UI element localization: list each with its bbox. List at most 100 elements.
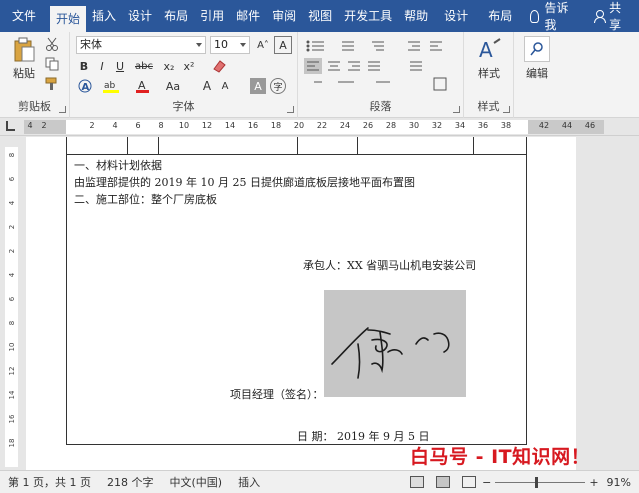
tell-me-label: 告诉我 bbox=[544, 1, 569, 32]
italic-button[interactable]: I bbox=[94, 58, 110, 74]
bold-button[interactable]: B bbox=[76, 58, 92, 74]
page-count[interactable]: 第 1 页，共 1 页 bbox=[0, 474, 99, 490]
paragraph-controls bbox=[304, 40, 447, 91]
tab-2[interactable]: 插入 bbox=[86, 0, 122, 32]
paste-button[interactable] bbox=[10, 36, 38, 64]
print-layout-icon[interactable] bbox=[436, 476, 451, 488]
chevron-down-icon bbox=[240, 43, 246, 47]
grow-font-small-button[interactable]: A bbox=[200, 78, 214, 94]
zoom-slider[interactable] bbox=[495, 476, 586, 488]
vertical-ruler-tick: 4 bbox=[8, 272, 16, 278]
ruler-tick: 36 bbox=[477, 121, 489, 130]
insert-mode[interactable]: 插入 bbox=[230, 474, 268, 490]
strikethrough-button[interactable]: abc bbox=[132, 58, 156, 74]
grow-font-button[interactable]: A ˄ bbox=[254, 36, 272, 54]
tab-4[interactable]: 布局 bbox=[158, 0, 194, 32]
vertical-ruler-tick: 8 bbox=[8, 320, 16, 326]
tab-8[interactable]: 视图 bbox=[302, 0, 338, 32]
clipboard-launcher-icon[interactable] bbox=[59, 106, 66, 113]
scissors-icon bbox=[46, 37, 58, 51]
tab-1[interactable]: 开始 bbox=[50, 6, 87, 32]
ruler-tick: 2 bbox=[41, 121, 47, 130]
font-color-button[interactable]: A bbox=[132, 78, 154, 94]
tab-0[interactable]: 文件 bbox=[0, 0, 50, 32]
eraser-icon bbox=[213, 60, 226, 73]
handwritten-signature bbox=[324, 290, 466, 397]
font-group-label: 字体 bbox=[172, 100, 195, 113]
format-painter-button[interactable] bbox=[44, 76, 60, 92]
brush-icon bbox=[45, 77, 57, 90]
chevron-down-icon bbox=[196, 43, 202, 47]
web-layout-icon[interactable] bbox=[462, 476, 477, 488]
tab-12[interactable]: 布局 bbox=[478, 0, 522, 32]
highlight-button[interactable]: ab bbox=[100, 78, 124, 94]
font-name-combo[interactable]: 宋体 bbox=[76, 36, 206, 54]
paragraph-group: 段落 bbox=[298, 32, 464, 118]
document-area[interactable]: 一、材料计划依据 由监理部提供的 2019 年 10 月 25 日提供廊道底板层… bbox=[22, 137, 639, 470]
shrink-font-button[interactable]: A bbox=[218, 78, 232, 94]
vertical-ruler[interactable]: 8 6 4 2 2 4 6 8 10 12 14 16 18 bbox=[0, 137, 22, 470]
tab-stop-selector-icon[interactable] bbox=[6, 121, 15, 131]
tab-11[interactable]: 设计 bbox=[434, 0, 478, 32]
zoom-slider-thumb[interactable] bbox=[535, 476, 539, 488]
change-case-button[interactable]: Aa bbox=[160, 78, 186, 94]
doc-line-2: 由监理部提供的 2019 年 10 月 25 日提供廊道底板层接地平面布置图 bbox=[74, 176, 415, 189]
text-effect-button[interactable]: A bbox=[76, 78, 94, 94]
ruler-tick: 26 bbox=[362, 121, 374, 130]
ruler-tick: 18 bbox=[270, 121, 282, 130]
signature-image bbox=[324, 290, 466, 397]
person-icon bbox=[593, 10, 607, 23]
tab-3[interactable]: 设计 bbox=[122, 0, 158, 32]
ruler-tick: 42 bbox=[538, 121, 550, 130]
zoom-in-icon[interactable]: + bbox=[589, 476, 598, 489]
read-mode-icon[interactable] bbox=[410, 476, 425, 488]
styles-launcher-icon[interactable] bbox=[503, 106, 510, 113]
vertical-ruler-tick: 6 bbox=[8, 296, 16, 302]
copy-button[interactable] bbox=[44, 56, 60, 72]
paste-label: 粘贴 bbox=[13, 67, 35, 80]
char-shading-button[interactable]: A bbox=[250, 78, 266, 94]
horizontal-ruler[interactable]: 4 2 2 4 6 8 10 12 14 16 18 20 22 24 26 28 30 32 34 36 38 42 44… bbox=[0, 118, 639, 136]
vertical-ruler-tick: 4 bbox=[8, 200, 16, 206]
copy-icon bbox=[45, 57, 59, 71]
font-color-icon: A bbox=[136, 79, 149, 93]
tab-10[interactable]: 帮助 bbox=[398, 0, 434, 32]
vertical-ruler-tick: 6 bbox=[8, 176, 16, 182]
text-effect-icon: A bbox=[78, 79, 92, 93]
styles-button[interactable]: A bbox=[474, 36, 504, 64]
zoom-level[interactable]: 91% bbox=[599, 476, 639, 489]
subscript-button[interactable]: x₂ bbox=[160, 58, 178, 74]
clear-formatting-button[interactable] bbox=[210, 58, 228, 74]
doc-line-1: 一、材料计划依据 bbox=[74, 159, 162, 172]
share-button[interactable]: 共享 bbox=[585, 0, 639, 33]
enclose-char-button[interactable]: 字 bbox=[270, 78, 286, 94]
find-button[interactable] bbox=[524, 36, 550, 62]
text-effects-button[interactable]: A bbox=[274, 36, 292, 54]
editing-button-label[interactable]: 编辑 bbox=[516, 66, 558, 80]
ruler-tick: 16 bbox=[247, 121, 259, 130]
ruler-tick: 28 bbox=[385, 121, 397, 130]
tab-7[interactable]: 审阅 bbox=[266, 0, 302, 32]
search-icon bbox=[530, 42, 543, 56]
tab-9[interactable]: 开发工具 bbox=[338, 0, 398, 32]
ruler-tick: 6 bbox=[135, 121, 141, 130]
zoom-out-icon[interactable]: − bbox=[482, 476, 491, 489]
document-page[interactable]: 一、材料计划依据 由监理部提供的 2019 年 10 月 25 日提供廊道底板层… bbox=[26, 137, 576, 470]
ruler-tick: 22 bbox=[316, 121, 328, 130]
paragraph-launcher-icon[interactable] bbox=[453, 106, 460, 113]
vertical-ruler-tick: 2 bbox=[8, 248, 16, 254]
superscript-button[interactable]: x² bbox=[180, 58, 198, 74]
tab-6[interactable]: 邮件 bbox=[230, 0, 266, 32]
cut-button[interactable] bbox=[44, 36, 60, 52]
ruler-tick: 14 bbox=[224, 121, 236, 130]
styles-group: A 样式 样式 bbox=[464, 32, 514, 118]
ruler-tick: 30 bbox=[408, 121, 420, 130]
language-status[interactable]: 中文(中国) bbox=[161, 474, 230, 490]
tab-5[interactable]: 引用 bbox=[194, 0, 230, 32]
underline-button[interactable]: U bbox=[112, 58, 128, 74]
word-count[interactable]: 218 个字 bbox=[99, 474, 162, 490]
font-launcher-icon[interactable] bbox=[287, 106, 294, 113]
font-size-combo[interactable]: 10 bbox=[210, 36, 250, 54]
site-watermark: 白马号 - IT知识网！ bbox=[410, 446, 591, 468]
tell-me-button[interactable]: 告诉我 bbox=[522, 0, 585, 33]
